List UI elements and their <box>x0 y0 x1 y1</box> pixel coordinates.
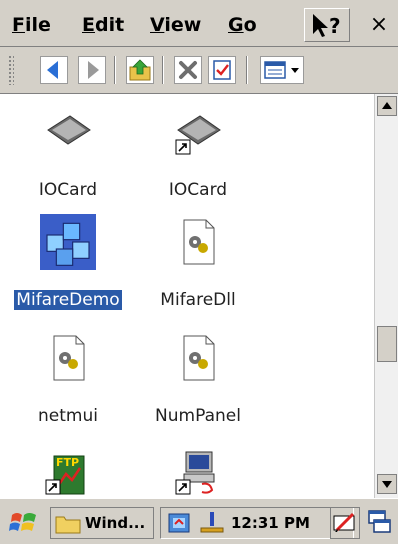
scroll-up-button[interactable] <box>377 96 397 116</box>
system-tray: 12:31 PM <box>160 507 354 539</box>
delete-button[interactable] <box>174 56 202 84</box>
file-item-netmui[interactable]: netmui <box>8 334 128 444</box>
scroll-down-arrow-icon <box>382 481 392 488</box>
app-cubes-icon <box>40 214 96 270</box>
svg-text:FTP: FTP <box>56 456 79 469</box>
dll-file-icon <box>183 335 215 381</box>
taskbar-window-label: Wind... <box>85 514 146 532</box>
menu-bar: File Edit View Go ? × <box>0 0 398 47</box>
menu-view-accel: V <box>150 14 165 36</box>
forward-button[interactable] <box>78 56 106 84</box>
view-options-button[interactable] <box>260 56 304 84</box>
up-folder-icon <box>129 59 151 81</box>
view-options-icon <box>264 61 299 79</box>
menu-view-label: iew <box>164 14 202 36</box>
file-item-numpanel[interactable]: NumPanel <box>138 334 258 444</box>
file-label-selected: MifareDemo <box>8 290 128 310</box>
toolbar-separator <box>246 56 248 84</box>
menu-file-label: ile <box>24 14 51 36</box>
toolbar-separator <box>162 56 164 84</box>
taskbar: Wind... 12:31 PM <box>0 498 398 544</box>
help-button[interactable]: ? <box>304 8 350 42</box>
menu-go-accel: G <box>228 14 244 36</box>
menu-go-label: o <box>243 14 257 36</box>
menu-file-accel: F <box>12 14 25 36</box>
file-item-computer-shortcut[interactable] <box>138 448 258 498</box>
file-item-mifaredll[interactable]: MifareDll <box>138 218 258 328</box>
menu-file[interactable]: File <box>12 10 51 40</box>
file-label: netmui <box>38 406 98 426</box>
toolbar-grip[interactable] <box>8 55 14 85</box>
file-label: IOCard <box>38 180 98 200</box>
properties-button[interactable] <box>208 56 236 84</box>
help-pointer-icon: ? <box>313 14 341 38</box>
properties-icon <box>213 60 231 80</box>
svg-text:?: ? <box>329 14 341 38</box>
card-icon <box>47 115 91 145</box>
menu-edit-accel: E <box>82 14 95 36</box>
dll-file-icon <box>53 335 85 381</box>
file-item-ftp-shortcut[interactable]: FTP <box>8 448 128 498</box>
toolbar-separator <box>114 56 116 84</box>
menu-edit-label: dit <box>94 14 125 36</box>
selected-label-text: MifareDemo <box>14 290 122 310</box>
menu-go[interactable]: Go <box>228 10 257 40</box>
taskbar-window-button[interactable]: Wind... <box>50 507 154 539</box>
scroll-down-button[interactable] <box>377 474 397 494</box>
menu-edit[interactable]: Edit <box>82 10 124 40</box>
clock[interactable]: 12:31 PM <box>231 508 310 538</box>
connection-icon[interactable] <box>165 508 195 538</box>
window-stack-icon <box>368 510 391 533</box>
dll-file-icon <box>183 219 215 265</box>
card-icon <box>175 115 221 155</box>
file-item-iocard[interactable]: IOCard <box>8 108 128 218</box>
computer-shortcut-icon <box>175 451 215 495</box>
start-button[interactable] <box>6 505 42 539</box>
file-item-iocard-shortcut[interactable]: IOCard <box>138 108 258 218</box>
vertical-scrollbar[interactable] <box>374 94 398 498</box>
back-arrow-icon <box>47 61 58 79</box>
file-label: MifareDll <box>160 290 236 310</box>
windows-logo-icon <box>9 513 36 531</box>
up-folder-button[interactable] <box>126 56 154 84</box>
scroll-thumb[interactable] <box>377 326 397 362</box>
menu-view[interactable]: View <box>150 10 201 40</box>
toolbar <box>0 47 398 94</box>
file-item-mifaredemo[interactable]: MifareDemo <box>8 214 128 328</box>
switch-windows-button[interactable] <box>364 507 394 539</box>
file-label: IOCard <box>168 180 228 200</box>
file-label: NumPanel <box>155 406 241 426</box>
delete-icon <box>179 61 197 79</box>
back-button[interactable] <box>40 56 68 84</box>
input-panel-pen-icon <box>333 512 355 532</box>
forward-arrow-icon <box>88 61 99 79</box>
ftp-shortcut-icon: FTP <box>45 455 85 495</box>
power-plug-icon[interactable] <box>197 508 227 538</box>
file-list-view[interactable]: IOCard IOCard MifareDemo MifareDll netmu… <box>0 94 374 498</box>
scroll-up-arrow-icon <box>382 102 392 109</box>
folder-icon <box>55 516 81 534</box>
input-panel-button[interactable] <box>330 507 360 539</box>
close-button[interactable]: × <box>360 8 398 42</box>
